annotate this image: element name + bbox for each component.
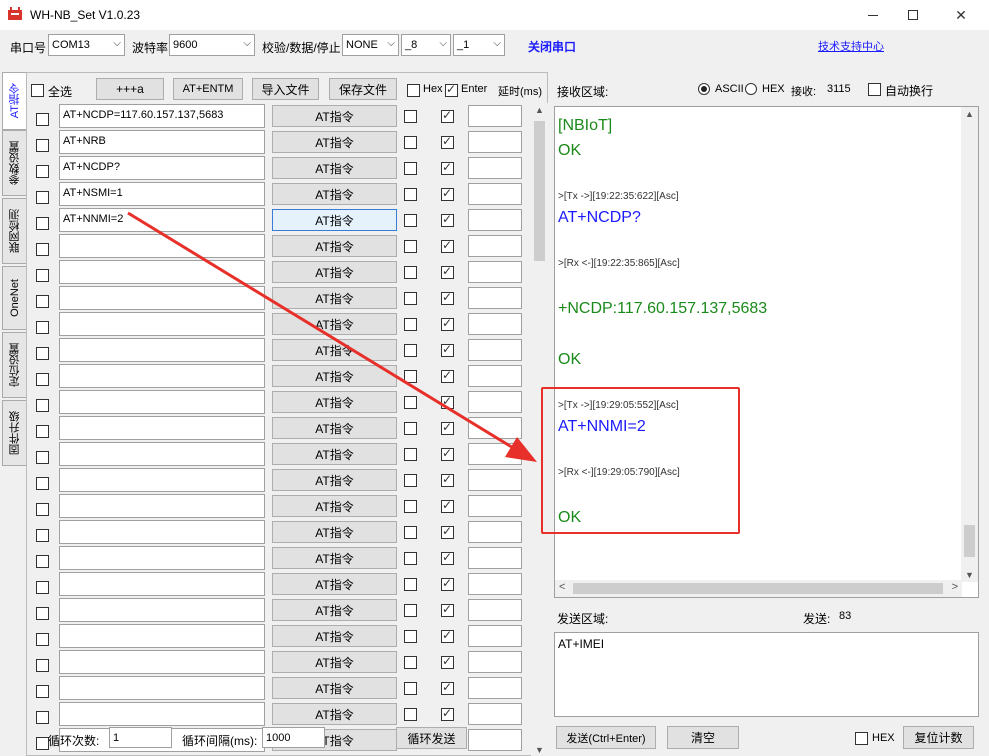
annotation-arrow-icon — [127, 211, 537, 462]
